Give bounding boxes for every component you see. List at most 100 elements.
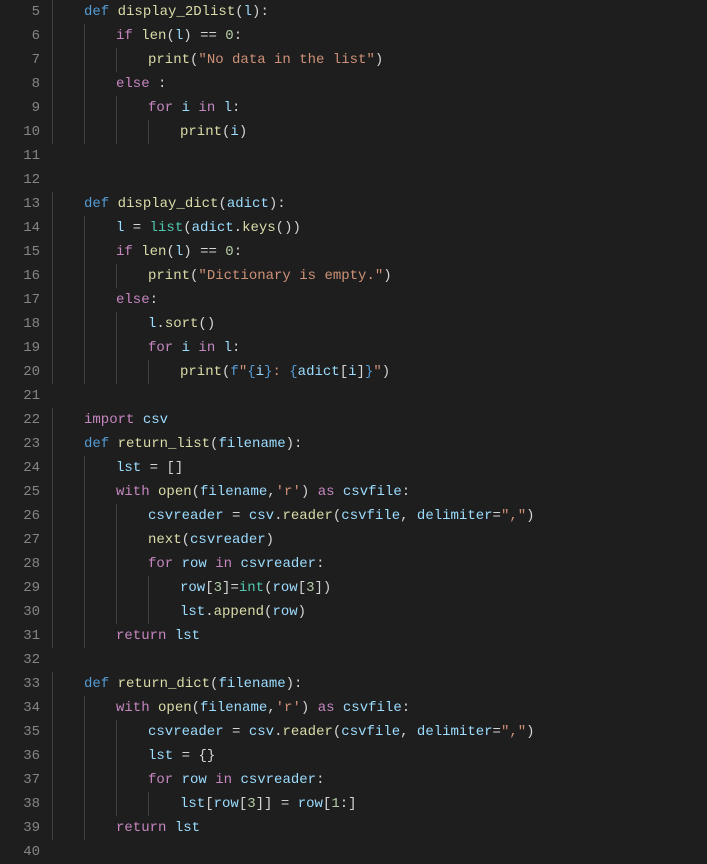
code-line[interactable]	[52, 648, 535, 672]
code-line[interactable]: def display_dict(adict):	[52, 192, 535, 216]
code-line[interactable]: for row in csvreader:	[52, 768, 535, 792]
token-str: ","	[501, 724, 526, 740]
line-number: 16	[0, 264, 40, 288]
token-pun: :	[402, 700, 410, 716]
line-number: 33	[0, 672, 40, 696]
line-number: 15	[0, 240, 40, 264]
token-pun: )	[266, 532, 274, 548]
code-tokens: def return_dict(filename):	[84, 676, 302, 692]
token-pun: )	[298, 604, 306, 620]
code-line[interactable]: for i in l:	[52, 96, 535, 120]
code-content[interactable]: def display_2Dlist(l):if len(l) == 0:pri…	[44, 0, 535, 864]
code-editor[interactable]: 5678910111213141516171819202122232425262…	[0, 0, 707, 864]
code-line[interactable]: lst = []	[52, 456, 535, 480]
token-ctrl: return	[116, 628, 175, 644]
code-line[interactable]: return lst	[52, 624, 535, 648]
token-kw: {	[289, 364, 297, 380]
code-line[interactable]: lst.append(row)	[52, 600, 535, 624]
code-line[interactable]: print("No data in the list")	[52, 48, 535, 72]
code-line[interactable]: if len(l) == 0:	[52, 240, 535, 264]
token-pun: (	[192, 700, 200, 716]
token-pun: :	[158, 76, 166, 92]
indent-guide	[84, 456, 85, 480]
line-number: 31	[0, 624, 40, 648]
token-ctrl: in	[190, 100, 224, 116]
token-pun: )	[375, 52, 383, 68]
line-number: 40	[0, 840, 40, 864]
token-str: :	[272, 364, 289, 380]
token-var: filename	[218, 676, 285, 692]
indent-guide	[84, 528, 85, 552]
code-line[interactable]: print(i)	[52, 120, 535, 144]
token-var: delimiter	[417, 508, 493, 524]
token-var: csvreader	[240, 772, 316, 788]
code-line[interactable]: return lst	[52, 816, 535, 840]
token-str: 'r'	[276, 484, 301, 500]
code-line[interactable]	[52, 168, 535, 192]
code-line[interactable]: lst = {}	[52, 744, 535, 768]
line-number: 24	[0, 456, 40, 480]
code-line[interactable]: next(csvreader)	[52, 528, 535, 552]
code-line[interactable]: l = list(adict.keys())	[52, 216, 535, 240]
code-line[interactable]: def display_2Dlist(l):	[52, 0, 535, 24]
code-line[interactable]: for i in l:	[52, 336, 535, 360]
indent-guide	[52, 408, 53, 432]
indent-guide	[116, 552, 117, 576]
code-line[interactable]: csvreader = csv.reader(csvfile, delimite…	[52, 504, 535, 528]
code-line[interactable]: def return_list(filename):	[52, 432, 535, 456]
code-tokens: l.sort()	[148, 316, 215, 332]
token-var: i	[230, 124, 238, 140]
indent-guide	[116, 120, 117, 144]
code-line[interactable]: if len(l) == 0:	[52, 24, 535, 48]
code-line[interactable]: import csv	[52, 408, 535, 432]
token-fn: next	[148, 532, 182, 548]
code-line[interactable]: with open(filename,'r') as csvfile:	[52, 480, 535, 504]
code-line[interactable]: with open(filename,'r') as csvfile:	[52, 696, 535, 720]
code-line[interactable]	[52, 840, 535, 864]
token-fn: keys	[242, 220, 276, 236]
token-ctrl: if	[116, 244, 141, 260]
indent-guide	[116, 720, 117, 744]
token-fn: open	[158, 484, 192, 500]
token-fn: len	[141, 28, 166, 44]
indent-guide	[84, 24, 85, 48]
token-pun: :	[316, 772, 324, 788]
token-var: row	[272, 580, 297, 596]
code-line[interactable]: else :	[52, 72, 535, 96]
code-line[interactable]: lst[row[3]] = row[1:]	[52, 792, 535, 816]
indent-guide	[52, 24, 53, 48]
indent-guide	[84, 264, 85, 288]
token-pun: )	[382, 364, 390, 380]
code-line[interactable]	[52, 144, 535, 168]
indent-guide	[84, 552, 85, 576]
indent-guide	[84, 792, 85, 816]
indent-guide	[116, 744, 117, 768]
token-ctrl: with	[116, 700, 158, 716]
token-var: i	[182, 100, 190, 116]
token-pun: (	[183, 220, 191, 236]
indent-guide	[116, 96, 117, 120]
code-line[interactable]: else:	[52, 288, 535, 312]
indent-guide	[84, 240, 85, 264]
token-var: csvreader	[148, 724, 224, 740]
indent-guide	[84, 72, 85, 96]
code-tokens: def display_dict(adict):	[84, 196, 286, 212]
token-ctrl: for	[148, 772, 182, 788]
code-line[interactable]: def return_dict(filename):	[52, 672, 535, 696]
token-pun: [	[239, 796, 247, 812]
indent-guide	[52, 216, 53, 240]
code-line[interactable]: for row in csvreader:	[52, 552, 535, 576]
token-pun: (	[166, 244, 174, 260]
token-var: i	[348, 364, 356, 380]
code-line[interactable]: row[3]=int(row[3])	[52, 576, 535, 600]
token-pun: )	[526, 508, 534, 524]
line-number: 9	[0, 96, 40, 120]
code-line[interactable]: csvreader = csv.reader(csvfile, delimite…	[52, 720, 535, 744]
line-number: 37	[0, 768, 40, 792]
code-line[interactable]: print(f"{i}: {adict[i]}")	[52, 360, 535, 384]
indent-guide	[84, 624, 85, 648]
token-op: ==	[200, 28, 225, 44]
code-line[interactable]: l.sort()	[52, 312, 535, 336]
code-line[interactable]: print("Dictionary is empty.")	[52, 264, 535, 288]
code-line[interactable]	[52, 384, 535, 408]
